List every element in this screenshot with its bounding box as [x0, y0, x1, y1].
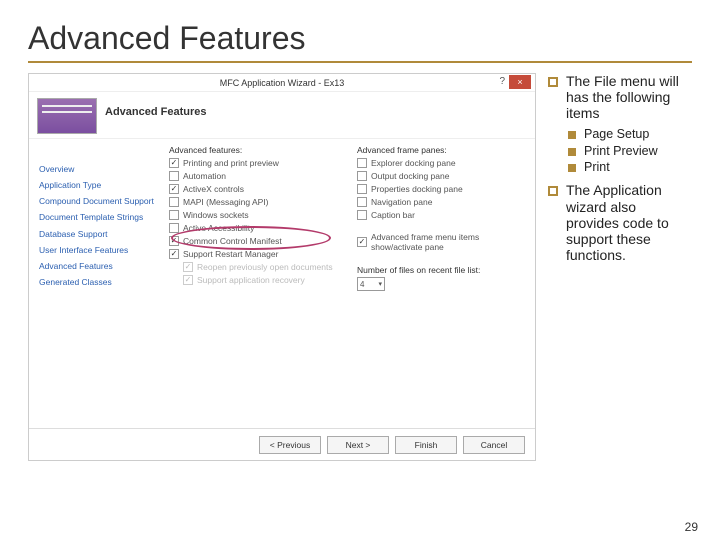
- wizard-header: Advanced Features: [29, 92, 535, 139]
- chk-sockets-label: Windows sockets: [183, 210, 249, 220]
- chk-explorer[interactable]: [357, 158, 367, 168]
- chk-activex-label: ActiveX controls: [183, 184, 244, 194]
- nav-dbs[interactable]: Database Support: [39, 226, 159, 242]
- nav-dts[interactable]: Document Template Strings: [39, 209, 159, 225]
- nav-gc[interactable]: Generated Classes: [39, 274, 159, 290]
- label-adv-frame: Advanced frame panes:: [357, 145, 525, 155]
- close-icon[interactable]: ×: [509, 75, 531, 89]
- label-adv-features: Advanced features:: [169, 145, 337, 155]
- chk-automation[interactable]: [169, 171, 179, 181]
- slide-title: Advanced Features: [28, 20, 692, 57]
- bullet-square-icon: [548, 186, 558, 196]
- chk-caption-label: Caption bar: [371, 210, 415, 220]
- page-number: 29: [685, 520, 698, 534]
- chk-aa[interactable]: [169, 223, 179, 233]
- next-button[interactable]: Next >: [327, 436, 389, 454]
- note-paragraph-1: The File menu will has the following ite…: [566, 73, 692, 121]
- chk-output-label: Output docking pane: [371, 171, 449, 181]
- chk-mapi-label: MAPI (Messaging API): [183, 197, 269, 207]
- chk-ccm[interactable]: [169, 236, 179, 246]
- wizard-dialog: MFC Application Wizard - Ex13 ? × Advanc…: [28, 73, 536, 461]
- chk-reopen: [183, 262, 193, 272]
- help-icon[interactable]: ?: [499, 76, 505, 87]
- note-sub-1: Page Setup: [584, 127, 649, 141]
- chk-output[interactable]: [357, 171, 367, 181]
- chk-recovery: [183, 275, 193, 285]
- chk-navpane-label: Navigation pane: [371, 197, 432, 207]
- chk-afm[interactable]: [357, 237, 367, 247]
- chk-props-label: Properties docking pane: [371, 184, 463, 194]
- chk-restart[interactable]: [169, 249, 179, 259]
- wizard-heading: Advanced Features: [105, 98, 206, 118]
- notes-panel: The File menu will has the following ite…: [548, 73, 692, 461]
- recent-file-spinner[interactable]: 4 ▾: [357, 277, 385, 291]
- label-numfiles: Number of files on recent file list:: [357, 265, 525, 275]
- sub-bullet-icon: [568, 164, 576, 172]
- note-sub-2: Print Preview: [584, 144, 658, 158]
- note-sub-3: Print: [584, 160, 610, 174]
- chk-print-preview[interactable]: [169, 158, 179, 168]
- note-paragraph-2: The Application wizard also provides cod…: [566, 182, 692, 262]
- chk-recovery-label: Support application recovery: [197, 275, 305, 285]
- sub-bullet-icon: [568, 131, 576, 139]
- wizard-titlebar: MFC Application Wizard - Ex13 ? ×: [29, 74, 535, 92]
- chk-automation-label: Automation: [183, 171, 226, 181]
- chk-explorer-label: Explorer docking pane: [371, 158, 456, 168]
- wizard-body: Overview Application Type Compound Docum…: [29, 139, 535, 428]
- chevron-down-icon[interactable]: ▾: [378, 280, 382, 288]
- chk-ccm-label: Common Control Manifest: [183, 236, 282, 246]
- chk-afm-label: Advanced frame menu items show/activate …: [371, 232, 525, 252]
- nav-overview[interactable]: Overview: [39, 161, 159, 177]
- nav-af[interactable]: Advanced Features: [39, 258, 159, 274]
- chk-reopen-label: Reopen previously open documents: [197, 262, 333, 272]
- chk-caption[interactable]: [357, 210, 367, 220]
- chk-props[interactable]: [357, 184, 367, 194]
- cancel-button[interactable]: Cancel: [463, 436, 525, 454]
- recent-file-value: 4: [360, 280, 364, 289]
- chk-mapi[interactable]: [169, 197, 179, 207]
- sub-bullet-icon: [568, 148, 576, 156]
- bullet-square-icon: [548, 77, 558, 87]
- chk-sockets[interactable]: [169, 210, 179, 220]
- chk-aa-label: Active Accessibility: [183, 223, 254, 233]
- mfc-badge-icon: [37, 98, 97, 134]
- wizard-nav: Overview Application Type Compound Docum…: [39, 145, 159, 424]
- chk-navpane[interactable]: [357, 197, 367, 207]
- wizard-titlebar-text: MFC Application Wizard - Ex13: [220, 78, 345, 88]
- nav-app-type[interactable]: Application Type: [39, 177, 159, 193]
- title-rule: [28, 61, 692, 63]
- nav-cds[interactable]: Compound Document Support: [39, 193, 159, 209]
- chk-activex[interactable]: [169, 184, 179, 194]
- previous-button[interactable]: < Previous: [259, 436, 321, 454]
- wizard-footer: < Previous Next > Finish Cancel: [29, 428, 535, 460]
- nav-uif[interactable]: User Interface Features: [39, 242, 159, 258]
- chk-restart-label: Support Restart Manager: [183, 249, 278, 259]
- chk-print-preview-label: Printing and print preview: [183, 158, 279, 168]
- finish-button[interactable]: Finish: [395, 436, 457, 454]
